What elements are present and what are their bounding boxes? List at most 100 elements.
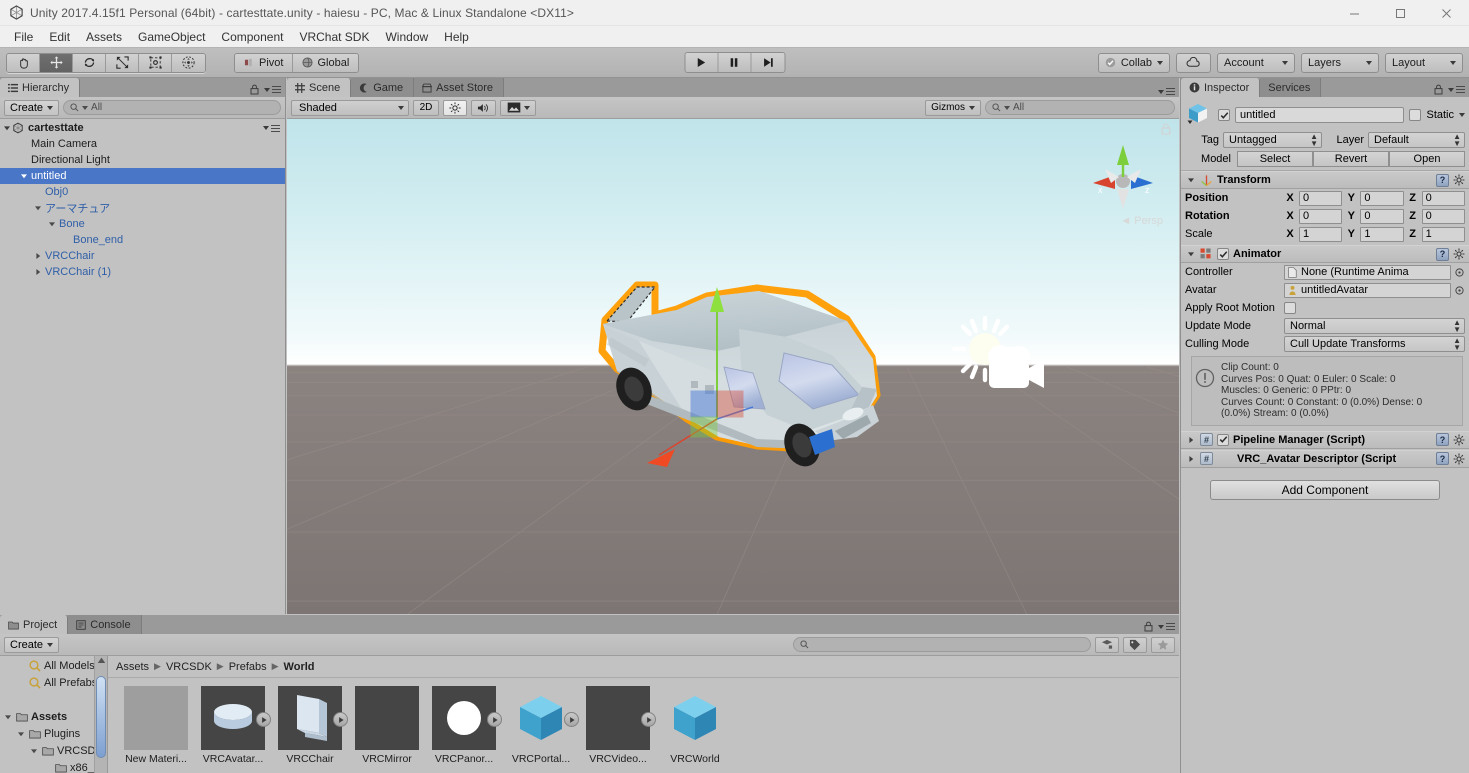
culling-mode-dropdown[interactable]: Cull Update Transforms ▲ ▼	[1284, 336, 1465, 352]
prefab-badge-icon[interactable]	[333, 712, 348, 727]
layout-button[interactable]: Layout	[1385, 52, 1463, 73]
gizmos-dropdown[interactable]: Gizmos	[925, 99, 981, 116]
update-mode-dropdown[interactable]: Normal ▲ ▼	[1284, 318, 1465, 334]
asset-thumbnail[interactable]	[663, 686, 727, 750]
menu-component[interactable]: Component	[213, 28, 291, 46]
2d-toggle-button[interactable]: 2D	[413, 99, 439, 116]
play-button[interactable]	[685, 53, 718, 72]
tab-scene[interactable]: Scene	[287, 78, 352, 97]
component-enabled-checkbox[interactable]	[1217, 433, 1229, 446]
model-open-button[interactable]: Open	[1389, 151, 1465, 167]
perspective-label[interactable]: ◄ Persp	[1120, 215, 1163, 227]
hierarchy-item[interactable]: Obj0	[0, 184, 285, 200]
account-button[interactable]: Account	[1217, 52, 1295, 73]
hierarchy-create-button[interactable]: Create	[4, 99, 60, 116]
tab-game[interactable]: Game	[351, 78, 415, 97]
hierarchy-item[interactable]: Bone	[0, 216, 285, 232]
transform-tool-icon[interactable]	[172, 53, 205, 72]
chevron-right-icon[interactable]	[1185, 455, 1196, 463]
project-create-button[interactable]: Create	[4, 636, 60, 653]
asset-item[interactable]: New Materi...	[124, 686, 188, 765]
root-motion-checkbox[interactable]	[1284, 302, 1296, 314]
prefab-badge-icon[interactable]	[256, 712, 271, 727]
asset-thumbnail[interactable]	[355, 686, 419, 750]
project-tree-item[interactable]: All Prefabs	[0, 674, 107, 691]
breadcrumb-item[interactable]: World	[284, 661, 315, 673]
scale-y-field[interactable]: 1	[1360, 226, 1404, 242]
draw-mode-dropdown[interactable]: Shaded	[291, 99, 409, 116]
rect-tool-icon[interactable]	[139, 53, 172, 72]
animator-component-header[interactable]: Animator ?	[1181, 245, 1469, 263]
scene-fx-button[interactable]	[500, 99, 536, 116]
rotation-z-field[interactable]: 0	[1421, 208, 1465, 224]
project-tree-item[interactable]: VRCSD	[0, 742, 107, 759]
lock-icon[interactable]	[250, 84, 259, 95]
position-x-field[interactable]: 0	[1299, 190, 1343, 206]
hand-tool-icon[interactable]	[7, 53, 40, 72]
tab-console[interactable]: Console	[68, 615, 142, 634]
avatar-picker-button[interactable]	[1454, 285, 1465, 295]
inspector-menu-button[interactable]	[1448, 86, 1465, 93]
help-icon[interactable]: ?	[1436, 452, 1449, 465]
asset-item[interactable]: VRCWorld	[663, 686, 727, 765]
pause-button[interactable]	[718, 53, 751, 72]
scene-search-input[interactable]: All	[985, 100, 1175, 115]
tab-project[interactable]: Project	[0, 615, 69, 634]
gear-icon[interactable]	[1453, 453, 1465, 465]
animator-enabled-checkbox[interactable]	[1217, 248, 1229, 260]
global-button[interactable]: Global	[293, 53, 359, 72]
project-tree-item[interactable]: All Models	[0, 657, 107, 674]
chevron-down-icon[interactable]	[1459, 113, 1465, 117]
asset-thumbnail[interactable]	[586, 686, 656, 750]
help-icon[interactable]: ?	[1436, 247, 1449, 261]
chevron-down-icon[interactable]	[1185, 250, 1196, 258]
asset-thumbnail[interactable]	[278, 686, 348, 750]
filter-by-label-button[interactable]	[1123, 636, 1147, 653]
scene-menu-button[interactable]	[1158, 88, 1175, 95]
chevron-down-icon[interactable]	[46, 220, 57, 228]
tab-asset-store[interactable]: Asset Store	[414, 78, 505, 97]
component-header[interactable]: # Pipeline Manager (Script)?	[1181, 430, 1469, 449]
scene-viewport[interactable]: x z ◄ Persp	[287, 119, 1179, 614]
menu-assets[interactable]: Assets	[78, 28, 130, 46]
hierarchy-scene-row[interactable]: cartesttate	[0, 120, 285, 136]
rotation-y-field[interactable]: 0	[1360, 208, 1404, 224]
position-y-field[interactable]: 0	[1360, 190, 1404, 206]
tag-dropdown[interactable]: Untagged ▲ ▼	[1223, 132, 1322, 148]
project-tree-scrollbar[interactable]	[94, 656, 107, 773]
object-name-field[interactable]: untitled	[1235, 107, 1405, 123]
filter-by-type-button[interactable]	[1095, 636, 1119, 653]
component-header[interactable]: # VRC_Avatar Descriptor (Script?	[1181, 449, 1469, 468]
project-tree-scroll-thumb[interactable]	[96, 676, 106, 758]
chevron-down-icon[interactable]	[18, 172, 29, 180]
chevron-down-icon[interactable]	[2, 713, 13, 721]
chevron-down-icon[interactable]	[32, 204, 43, 212]
chevron-right-icon[interactable]	[32, 252, 43, 260]
prefab-badge-icon[interactable]	[564, 712, 579, 727]
asset-thumbnail[interactable]	[124, 686, 188, 750]
chevron-right-icon[interactable]	[1185, 436, 1196, 444]
pivot-button[interactable]: Pivot	[235, 53, 294, 72]
chevron-down-icon[interactable]	[28, 747, 39, 755]
project-tree-item[interactable]: Assets	[0, 708, 107, 725]
lock-icon[interactable]	[1434, 84, 1443, 95]
move-tool-icon[interactable]	[40, 53, 73, 72]
audio-toggle-button[interactable]	[471, 99, 496, 116]
hierarchy-item[interactable]: VRCChair	[0, 248, 285, 264]
asset-thumbnail[interactable]	[432, 686, 502, 750]
hierarchy-item[interactable]: VRCChair (1)	[0, 264, 285, 280]
asset-item[interactable]: VRCVideo...	[586, 686, 656, 765]
hierarchy-item[interactable]: untitled	[0, 168, 285, 184]
maximize-button[interactable]	[1377, 0, 1423, 26]
chevron-down-icon[interactable]	[1, 124, 12, 132]
project-search-input[interactable]	[793, 637, 1091, 652]
tab-services[interactable]: Services	[1260, 78, 1322, 97]
add-component-button[interactable]: Add Component	[1210, 479, 1440, 500]
controller-object-field[interactable]: None (Runtime Anima	[1284, 264, 1451, 280]
layers-button[interactable]: Layers	[1301, 52, 1379, 73]
static-checkbox[interactable]	[1409, 109, 1422, 121]
step-button[interactable]	[751, 53, 784, 72]
asset-item[interactable]: VRCPortal...	[509, 686, 579, 765]
help-icon[interactable]: ?	[1436, 173, 1449, 187]
close-button[interactable]	[1423, 0, 1469, 26]
